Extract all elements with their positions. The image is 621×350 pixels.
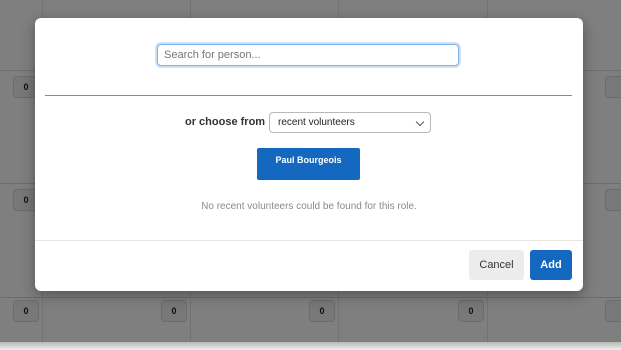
- bottom-edge: [0, 342, 621, 350]
- choose-from-select-value: recent volunteers: [278, 117, 355, 128]
- empty-message: No recent volunteers could be found for …: [201, 201, 417, 212]
- person-button-paul-bourgeois[interactable]: Paul Bourgeois: [257, 148, 360, 180]
- chevron-down-icon: [415, 117, 425, 127]
- choose-from-select[interactable]: recent volunteers: [269, 112, 431, 133]
- footer-divider: [35, 240, 583, 241]
- search-person-input[interactable]: [157, 44, 459, 66]
- add-button[interactable]: Add: [530, 250, 572, 280]
- section-divider: [45, 95, 572, 96]
- app-screen: 0 0 0 0 0 0 or choose from recent volunt…: [0, 0, 621, 350]
- choose-from-label: or choose from: [185, 116, 266, 128]
- cancel-button[interactable]: Cancel: [469, 250, 524, 280]
- add-volunteer-dialog: or choose from recent volunteers Paul Bo…: [35, 18, 583, 291]
